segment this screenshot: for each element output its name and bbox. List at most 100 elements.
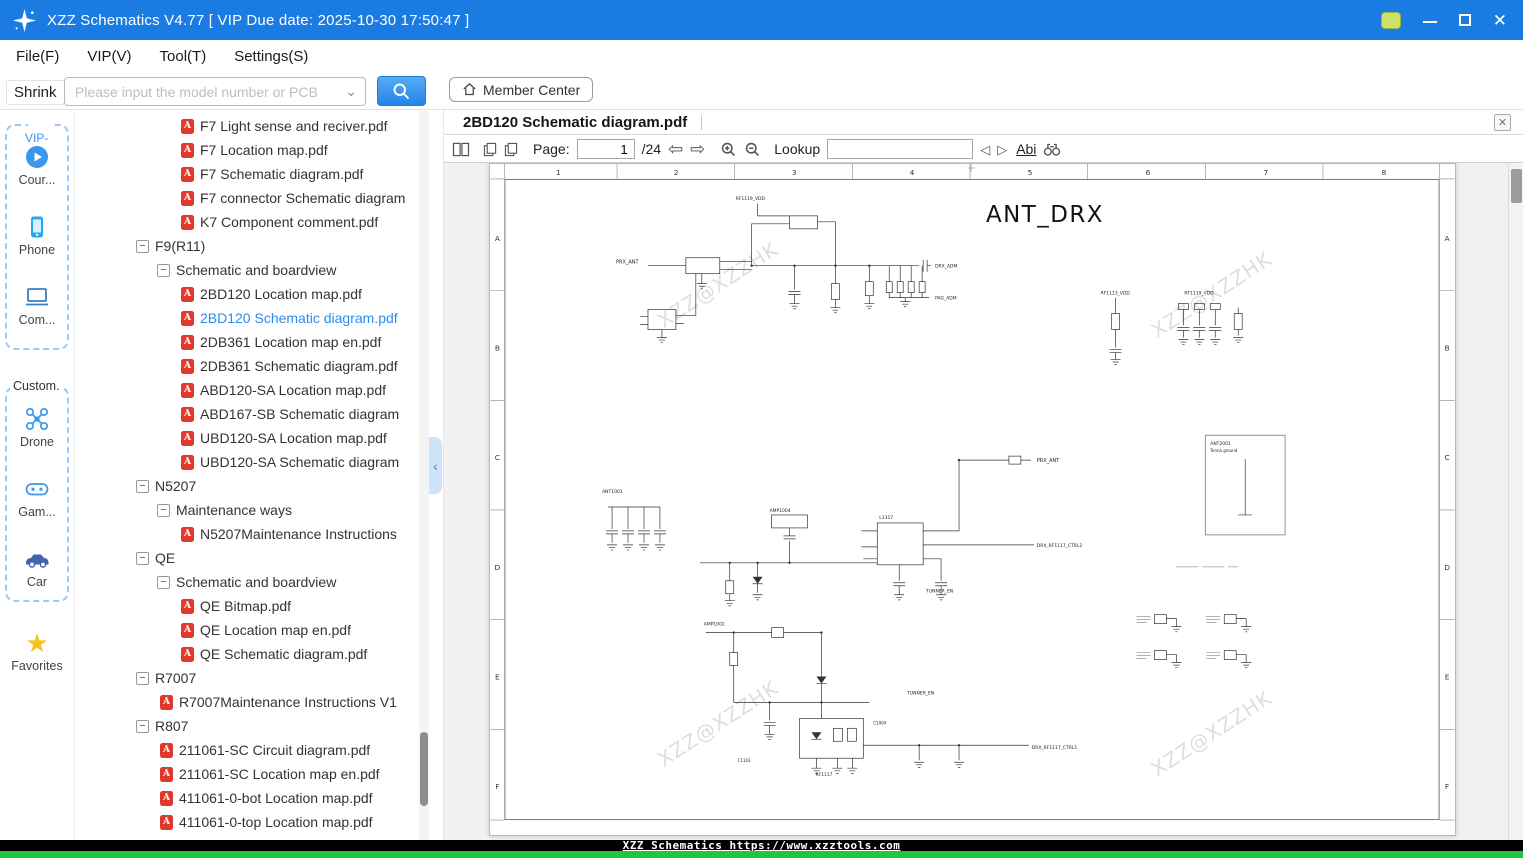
collapse-minus-icon[interactable] xyxy=(136,551,149,565)
tree-file-row[interactable]: R7007Maintenance Instructions V1 xyxy=(76,690,419,714)
tree-file-row[interactable]: 2BD120 Schematic diagram.pdf xyxy=(76,306,419,330)
ruler-col-label: 6 xyxy=(1146,168,1151,177)
member-center-button[interactable]: Member Center xyxy=(449,77,594,102)
sidebar-item-label: Favorites xyxy=(11,659,63,673)
collapse-minus-icon[interactable] xyxy=(157,503,170,517)
collapse-minus-icon[interactable] xyxy=(157,263,170,277)
tree-file-row[interactable]: 211061-SC Location map en.pdf xyxy=(76,762,419,786)
tree-file-row[interactable]: 2BD120 Location map.pdf xyxy=(76,282,419,306)
tree-group-row[interactable]: Schematic and boardview xyxy=(76,570,419,594)
collapse-minus-icon[interactable] xyxy=(136,719,149,733)
match-case-toggle[interactable]: Abi xyxy=(1016,141,1036,157)
menu-settings[interactable]: Settings(S) xyxy=(234,48,308,65)
component-label: TUNNER_EN xyxy=(925,589,953,595)
menu-vip[interactable]: VIP(V) xyxy=(87,48,131,65)
pdf-icon xyxy=(181,310,194,326)
tree-scrollbar[interactable] xyxy=(419,111,429,840)
ruler-col-label: 1 xyxy=(556,168,561,177)
component-label: RF1113_VDD xyxy=(1101,291,1131,297)
sidebar-item-drone[interactable]: Drone xyxy=(0,406,74,449)
tree-item-label: N5207Maintenance Instructions xyxy=(200,526,397,542)
tree-file-row[interactable]: 2DB361 Schematic diagram.pdf xyxy=(76,354,419,378)
rotate-right-icon[interactable] xyxy=(504,142,518,157)
tree-scrollbar-thumb[interactable] xyxy=(420,732,428,806)
custom-label: Custom. xyxy=(10,379,63,393)
collapse-minus-icon[interactable] xyxy=(157,575,170,589)
sidebar-item-car[interactable]: Car xyxy=(0,546,74,589)
tree-group-row[interactable]: N5207 xyxy=(76,474,419,498)
menu-bar: File(F) VIP(V) Tool(T) Settings(S) xyxy=(0,40,1523,73)
tree-file-row[interactable]: F7 Location map.pdf xyxy=(76,138,419,162)
minimize-button[interactable] xyxy=(1422,21,1437,23)
sidebar-item-favorites[interactable]: Favorites xyxy=(0,630,74,673)
viewer-scrollbar-thumb[interactable] xyxy=(1511,169,1522,203)
tree-file-row[interactable]: QE Bitmap.pdf xyxy=(76,594,419,618)
spread-view-icon[interactable] xyxy=(452,142,470,157)
model-search-input[interactable] xyxy=(75,83,339,100)
phone-icon xyxy=(31,216,43,238)
member-center-label: Member Center xyxy=(483,81,581,98)
lookup-input[interactable] xyxy=(827,139,974,159)
tree-file-row[interactable]: F7 connector Schematic diagram xyxy=(76,186,419,210)
tree-file-row[interactable]: ABD167-SB Schematic diagram xyxy=(76,402,419,426)
close-button[interactable]: ✕ xyxy=(1493,12,1507,29)
tree-file-row[interactable]: ABD120-SA Location map.pdf xyxy=(76,378,419,402)
next-result-icon[interactable]: ▷ xyxy=(997,143,1007,156)
binoculars-icon[interactable] xyxy=(1043,141,1061,157)
sidebar-item-computer[interactable]: Com... xyxy=(0,284,74,327)
previous-page-icon[interactable]: ⇦ xyxy=(668,140,683,158)
component-label: PAG_ADM xyxy=(935,296,957,302)
document-tab[interactable]: 2BD120 Schematic diagram.pdf xyxy=(444,110,701,134)
tree-file-row[interactable]: UBD120-SA Schematic diagram xyxy=(76,450,419,474)
tree-group-row[interactable]: R807 xyxy=(76,714,419,738)
tree-group-row[interactable]: Maintenance ways xyxy=(76,498,419,522)
tree-file-row[interactable]: K7 Component comment.pdf xyxy=(76,210,419,234)
tree-file-row[interactable]: QE Location map en.pdf xyxy=(76,618,419,642)
menu-file[interactable]: File(F) xyxy=(16,48,59,65)
viewer-scrollbar[interactable] xyxy=(1508,163,1523,840)
panel-collapse-handle[interactable]: ‹ xyxy=(429,437,442,494)
page-number-input[interactable] xyxy=(576,139,635,159)
next-page-icon[interactable]: ⇨ xyxy=(690,140,705,158)
collapse-minus-icon[interactable] xyxy=(136,239,149,253)
tree-file-row[interactable]: QE Schematic diagram.pdf xyxy=(76,642,419,666)
pdf-icon xyxy=(181,646,194,662)
search-button[interactable] xyxy=(377,76,426,106)
tree-item-label: 411061-0-bot Location map.pdf xyxy=(179,790,373,806)
pdf-canvas[interactable]: 1 2 3 4 5 6 7 8 A A B B C C D D E E F F XZZ@XZZHK XZZ@XZZHK X… xyxy=(443,163,1508,840)
tree-group-row[interactable]: R7007 xyxy=(76,666,419,690)
maximize-button[interactable] xyxy=(1458,14,1471,26)
chevron-down-icon[interactable]: ⌄ xyxy=(345,83,357,100)
pdf-icon xyxy=(160,694,173,710)
tree-file-row[interactable]: 411061-0-bot Location map.pdf xyxy=(76,786,419,810)
ruler-col-label: 2 xyxy=(674,168,679,177)
close-tab-icon[interactable]: ✕ xyxy=(1494,114,1511,131)
tree-item-label: 211061-SC Circuit diagram.pdf xyxy=(179,742,371,758)
previous-result-icon[interactable]: ◁ xyxy=(980,143,990,156)
shrink-button[interactable]: Shrink xyxy=(6,80,65,105)
tree-group-row[interactable]: QE xyxy=(76,546,419,570)
tree-file-row[interactable]: N5207Maintenance Instructions xyxy=(76,522,419,546)
tree-file-row[interactable]: 2DB361 Location map en.pdf xyxy=(76,330,419,354)
tree-file-row[interactable]: 211061-SC Circuit diagram.pdf xyxy=(76,738,419,762)
tree-group-row[interactable]: F9(R11) xyxy=(76,234,419,258)
rotate-left-icon[interactable] xyxy=(483,142,497,157)
ruler-col-label: 3 xyxy=(792,168,797,177)
schematic-svg: 1 2 3 4 5 6 7 8 A A B B C C D D E E F F XZZ@XZZHK XZZ@XZZHK X… xyxy=(490,164,1455,821)
watermark-text: XZZ@XZZHK xyxy=(1147,686,1277,782)
collapse-minus-icon[interactable] xyxy=(136,479,149,493)
tree-group-row[interactable]: Schematic and boardview xyxy=(76,258,419,282)
collapse-minus-icon[interactable] xyxy=(136,671,149,685)
zoom-in-icon[interactable] xyxy=(720,141,737,158)
sidebar-item-phone[interactable]: Phone xyxy=(0,214,74,257)
tree-file-row[interactable]: 411061-0-top Location map.pdf xyxy=(76,810,419,834)
tree-file-row[interactable]: UBD120-SA Location map.pdf xyxy=(76,426,419,450)
component-label: PRX_ANT xyxy=(616,260,639,266)
menu-tool[interactable]: Tool(T) xyxy=(160,48,207,65)
tree-file-row[interactable]: F7 Schematic diagram.pdf xyxy=(76,162,419,186)
vip-badge-icon[interactable] xyxy=(1380,11,1401,29)
sidebar-item-course[interactable]: Cour... xyxy=(0,144,74,187)
sidebar-item-game[interactable]: Gam... xyxy=(0,476,74,519)
tree-file-row[interactable]: F7 Light sense and reciver.pdf xyxy=(76,114,419,138)
zoom-out-icon[interactable] xyxy=(744,141,761,158)
